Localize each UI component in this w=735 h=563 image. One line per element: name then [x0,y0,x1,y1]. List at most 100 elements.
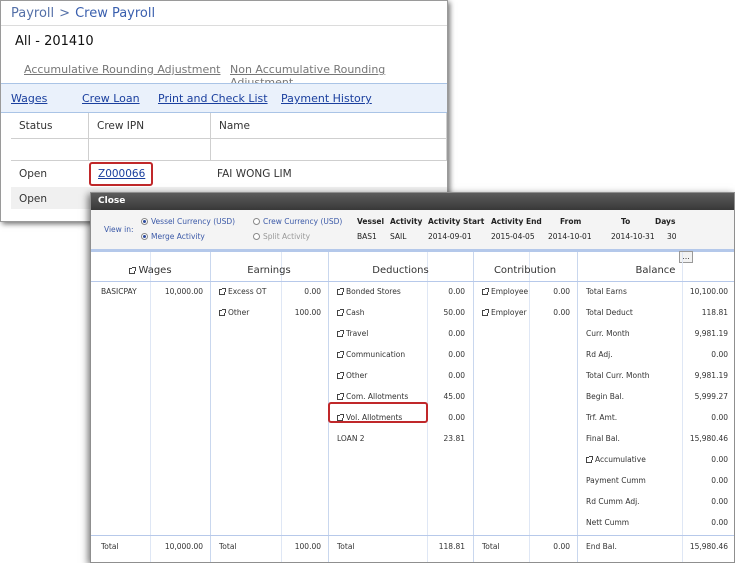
split-activity-radio[interactable] [253,233,260,240]
wages-value: 10,000.00 [164,287,203,296]
divider [210,252,211,562]
merge-activity-label: Merge Activity [151,232,205,241]
section-header-wages[interactable]: Wages [91,265,210,276]
external-link-icon [337,309,344,316]
value-activity-end: 2015-04-05 [491,232,535,241]
accumulative-rounding-link[interactable]: Accumulative Rounding Adjustment [24,63,221,76]
deduction-value: 0.00 [448,287,465,296]
header-activity: Activity [390,217,423,226]
crew-currency-radio[interactable] [253,218,260,225]
nav-wages[interactable]: Wages [11,92,47,105]
column-header-status[interactable]: Status [11,113,89,139]
external-link-icon [482,288,489,295]
deduction-item[interactable]: Cash [337,308,365,317]
total-value: 118.81 [438,542,465,551]
balance-label: Total Earns [586,287,627,296]
vessel-currency-label: Vessel Currency (USD) [151,217,236,226]
deduction-item[interactable]: Bonded Stores [337,287,401,296]
total-label: Total [101,542,119,551]
end-balance-value: 15,980.46 [689,542,728,551]
payroll-nav-bar: Wages Crew Loan Print and Check List Pay… [1,83,447,113]
divider [529,252,530,562]
header-days: Days [655,217,676,226]
balance-value: 10,100.00 [689,287,728,296]
external-link-icon [337,351,344,358]
balance-label: Accumulative [595,455,646,464]
earning-value: 100.00 [294,308,321,317]
balance-label: Trf. Amt. [586,413,618,422]
deduction-value: 0.00 [448,371,465,380]
divider [91,281,734,282]
header-activity-end: Activity End [491,217,542,226]
balance-value: 0.00 [711,350,728,359]
value-to: 2014-10-31 [611,232,655,241]
breadcrumb-separator: > [59,6,71,21]
deduction-label: Travel [346,329,369,338]
balance-value: 0.00 [711,497,728,506]
balance-value: 15,980.46 [689,434,728,443]
deduction-item[interactable]: Travel [337,329,368,338]
breadcrumb-payroll[interactable]: Payroll [11,6,54,21]
contribution-label: Employee [491,287,529,296]
balance-value: 0.00 [711,413,728,422]
value-days: 30 [667,232,677,241]
column-header-name[interactable]: Name [211,113,447,139]
nav-crew-loan[interactable]: Crew Loan [82,92,140,105]
external-link-icon [337,330,344,337]
total-value: 100.00 [294,542,321,551]
deduction-label: Bonded Stores [346,287,401,296]
earning-item[interactable]: Other [219,308,249,317]
payroll-summary-grid: Wages Earnings Deductions Contribution B… [91,252,734,562]
balance-label: Rd Adj. [586,350,613,359]
external-link-icon [482,309,489,316]
balance-value: 0.00 [711,455,728,464]
breadcrumb: Payroll > Crew Payroll [11,6,155,21]
highlight-box [89,162,153,186]
balance-value: 0.00 [711,476,728,485]
deduction-item[interactable]: Other [337,371,367,380]
total-label: Total [482,542,500,551]
divider [577,252,578,562]
breadcrumb-crew-payroll[interactable]: Crew Payroll [75,6,155,21]
filter-cell[interactable] [211,139,447,161]
divider [473,252,474,562]
vessel-currency-radio[interactable] [141,218,148,225]
filter-cell[interactable] [89,139,211,161]
split-activity-label: Split Activity [263,232,311,241]
header-from: From [560,217,582,226]
earning-item[interactable]: Excess OT [219,287,266,296]
balance-item-accumulative[interactable]: Accumulative [586,455,646,464]
filter-cell[interactable] [11,139,89,161]
nav-payment-history[interactable]: Payment History [281,92,372,105]
balance-value: 0.00 [711,518,728,527]
total-value: 10,000.00 [164,542,203,551]
contribution-value: 0.00 [553,308,570,317]
merge-activity-radio[interactable] [141,233,148,240]
total-label: Total [219,542,237,551]
nav-print-check-list[interactable]: Print and Check List [158,92,268,105]
highlight-box [328,402,428,423]
contribution-item[interactable]: Employee [482,287,528,296]
section-header-deductions: Deductions [372,265,429,276]
wages-label: BASICPAY [101,287,137,296]
value-vessel: BAS1 [357,232,377,241]
balance-value: 9,981.19 [694,329,728,338]
section-header-earnings: Earnings [247,265,291,276]
row-name: FAI WONG LIM [217,168,292,180]
close-button[interactable]: Close [98,196,125,206]
deduction-item[interactable]: Com. Allotments [337,392,408,401]
deduction-item-communication[interactable]: Communication [337,350,405,359]
contribution-value: 0.00 [553,287,570,296]
contribution-item[interactable]: Employer [482,308,527,317]
total-label: Total [337,542,355,551]
external-link-icon [337,288,344,295]
divider [1,25,447,26]
deduction-value: 23.81 [443,434,465,443]
balance-label: Final Bal. [586,434,620,443]
column-header-crew-ipn[interactable]: Crew IPN [89,113,211,139]
page-title: All - 201410 [15,34,94,49]
balance-label: Payment Cumm [586,476,646,485]
total-value: 0.00 [553,542,570,551]
external-link-icon [219,288,226,295]
earning-value: 0.00 [304,287,321,296]
